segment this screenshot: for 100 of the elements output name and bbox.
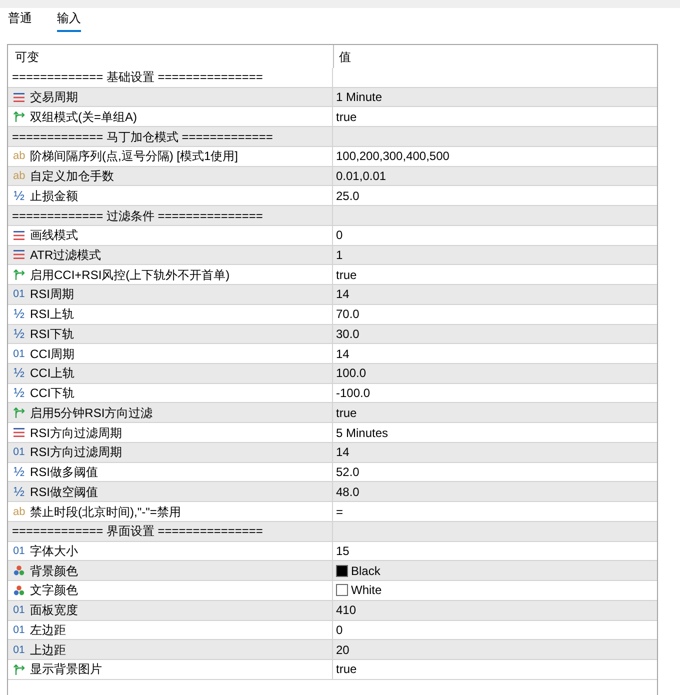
parameter-name: 启用5分钟RSI方向过滤 xyxy=(30,404,153,421)
parameter-value: 30.0 xyxy=(336,326,360,342)
parameter-value: 0.01,0.01 xyxy=(336,168,386,184)
parameter-value: 14 xyxy=(336,286,350,302)
parameter-name: CCI下轨 xyxy=(30,385,75,402)
parameter-value: White xyxy=(351,582,382,598)
parameter-row[interactable]: 01 面板宽度 410 xyxy=(8,600,657,621)
parameter-name: RSI做空阈值 xyxy=(30,484,98,500)
parameter-name: RSI方向过滤周期 xyxy=(30,444,122,460)
parameter-value: -100.0 xyxy=(336,385,370,402)
parameter-row[interactable]: ============= 界面设置 =============== xyxy=(8,522,657,542)
parameter-value: = xyxy=(336,504,344,520)
parameter-name: 面板宽度 xyxy=(30,602,78,618)
parameter-row[interactable]: ============= 过滤条件 =============== xyxy=(8,206,657,226)
branch-arrow-icon xyxy=(13,407,25,418)
type-icon: ab xyxy=(13,170,25,182)
section-heading: ============= 马丁加仓模式 ============= xyxy=(12,128,273,145)
parameter-row[interactable]: ATR过滤模式 1 xyxy=(8,246,657,266)
parameter-name: 画线模式 xyxy=(30,227,78,244)
parameter-name: 双组模式(关=单组A) xyxy=(30,108,138,125)
type-icon: ab xyxy=(13,506,25,518)
parameter-value: 20 xyxy=(336,642,350,658)
parameter-name: 自定义加仓手数 xyxy=(30,168,114,184)
parameter-name: ATR过滤模式 xyxy=(30,246,102,263)
parameter-row[interactable]: 启用5分钟RSI方向过滤 true xyxy=(8,403,657,424)
parameter-value: 410 xyxy=(336,602,356,618)
parameter-value: Black xyxy=(351,562,380,579)
parameter-name: 文字颜色 xyxy=(30,582,78,598)
parameter-name: 字体大小 xyxy=(30,542,78,559)
parameter-row[interactable]: 背景颜色 Black xyxy=(8,561,657,582)
type-icon: ½ xyxy=(13,190,25,202)
type-icon: ½ xyxy=(13,466,25,478)
type-icon: ½ xyxy=(13,367,25,380)
type-icon: 01 xyxy=(13,544,25,557)
type-icon: ½ xyxy=(13,387,25,400)
parameter-value: true xyxy=(336,108,357,125)
parameter-row[interactable]: 显示背景图片 true xyxy=(8,660,657,680)
section-heading: ============= 界面设置 =============== xyxy=(12,523,263,540)
parameter-row[interactable]: ============= 马丁加仓模式 ============= xyxy=(8,127,657,147)
parameter-row[interactable]: ½ RSI做空阈值 48.0 xyxy=(8,482,657,502)
parameter-name: 上边距 xyxy=(30,642,66,658)
section-heading: ============= 过滤条件 =============== xyxy=(12,208,263,224)
parameter-row[interactable]: 交易周期 1 Minute xyxy=(8,88,657,108)
parameter-value: 0 xyxy=(336,622,343,638)
parameter-name: RSI上轨 xyxy=(30,306,74,322)
branch-arrow-icon xyxy=(13,111,25,122)
branch-arrow-icon xyxy=(13,664,25,675)
parameter-value: 5 Minutes xyxy=(336,424,388,441)
section-heading: ============= 基础设置 =============== xyxy=(12,69,263,86)
type-icon: ab xyxy=(13,150,25,162)
type-icon: ½ xyxy=(13,328,25,340)
parameter-name: RSI方向过滤周期 xyxy=(30,424,122,441)
parameter-value: 100,200,300,400,500 xyxy=(336,148,450,164)
parameter-name: 交易周期 xyxy=(30,89,78,106)
type-icon: ½ xyxy=(13,486,25,498)
parameter-name: 止损金额 xyxy=(30,188,78,204)
color-circles-icon xyxy=(13,584,25,596)
type-icon: 01 xyxy=(13,644,25,656)
tab[interactable]: 普通 xyxy=(8,10,32,32)
list-icon xyxy=(13,92,25,103)
parameter-name: 显示背景图片 xyxy=(30,661,102,678)
type-icon: 01 xyxy=(13,446,25,458)
parameter-name: RSI做多阈值 xyxy=(30,464,98,480)
parameter-value: 70.0 xyxy=(336,306,360,322)
branch-arrow-icon xyxy=(13,269,25,280)
parameter-row[interactable]: ab 自定义加仓手数 0.01,0.01 xyxy=(8,166,657,186)
color-circles-icon xyxy=(13,565,25,576)
parameter-value: 14 xyxy=(336,444,350,460)
parameter-value: 14 xyxy=(336,346,350,362)
parameter-name: RSI周期 xyxy=(30,286,74,302)
parameter-name: 阶梯间隔序列(点,逗号分隔) [模式1使用] xyxy=(30,148,238,164)
parameter-name: RSI下轨 xyxy=(30,326,74,342)
list-icon xyxy=(13,230,25,241)
column-header[interactable]: 值 xyxy=(339,50,351,64)
parameter-row[interactable]: ½ RSI下轨 30.0 xyxy=(8,324,657,344)
parameter-row[interactable]: 01 RSI方向过滤周期 14 xyxy=(8,442,657,463)
parameter-value: 52.0 xyxy=(336,464,360,480)
parameter-value: 1 xyxy=(336,246,343,263)
type-icon: 01 xyxy=(13,604,25,616)
parameter-row[interactable]: 01 上边距 20 xyxy=(8,640,657,660)
parameter-value: 100.0 xyxy=(336,365,366,382)
parameter-value: 25.0 xyxy=(336,188,360,204)
type-icon: 01 xyxy=(13,624,25,636)
parameter-value: 15 xyxy=(336,542,350,559)
parameter-value: 0 xyxy=(336,227,343,244)
parameter-name: 背景颜色 xyxy=(30,562,78,579)
parameter-value: 48.0 xyxy=(336,484,360,500)
list-icon xyxy=(13,427,25,438)
type-icon: ½ xyxy=(13,308,25,320)
tab[interactable]: 输入 xyxy=(57,10,81,32)
parameter-name: 启用CCI+RSI风控(上下轨外不开首单) xyxy=(30,266,230,283)
parameter-name: CCI上轨 xyxy=(30,365,75,382)
parameter-value: true xyxy=(336,404,357,421)
parameter-value: 1 Minute xyxy=(336,89,382,106)
parameter-row[interactable]: ½ CCI上轨 100.0 xyxy=(8,364,657,384)
parameter-name: 左边距 xyxy=(30,622,66,638)
parameter-row[interactable]: 01 RSI周期 14 xyxy=(8,285,657,305)
type-icon: 01 xyxy=(13,288,25,300)
column-header[interactable]: 可变 xyxy=(15,50,39,64)
type-icon: 01 xyxy=(13,348,25,360)
